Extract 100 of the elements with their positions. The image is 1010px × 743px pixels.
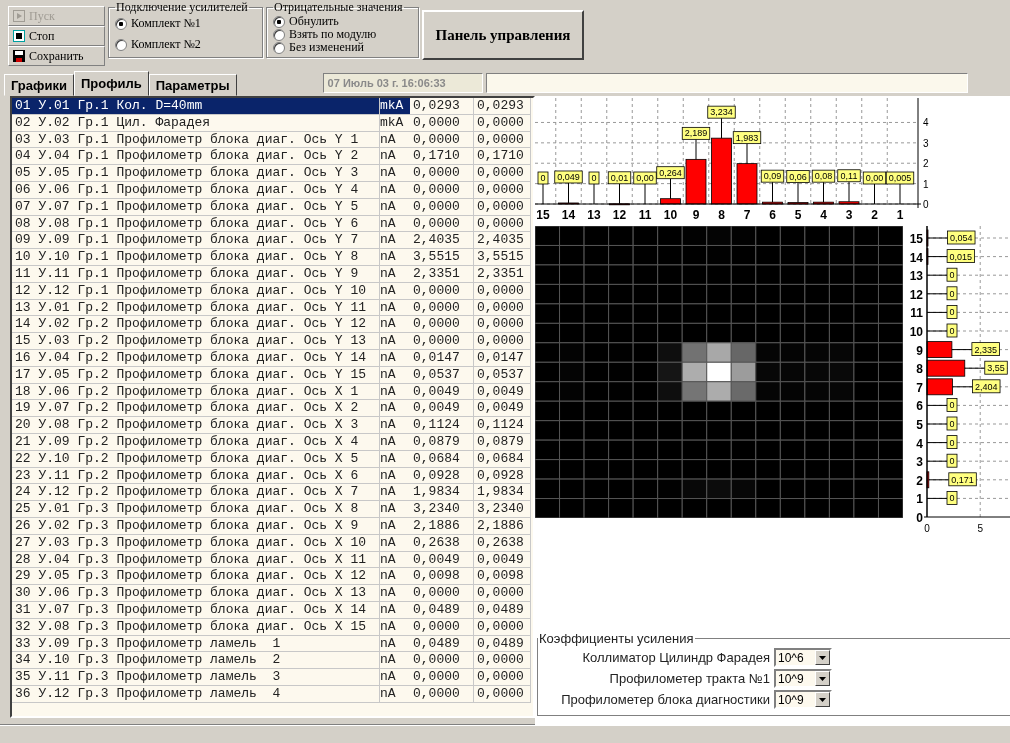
table-cell: 0,0293 (410, 98, 474, 115)
table-cell: 0,0000 (410, 299, 474, 317)
table-cell: 2,4035 (410, 232, 474, 250)
table-cell: 0,0000 (410, 333, 474, 350)
table-cell: 0,0000 (474, 585, 531, 602)
table-cell: nA (380, 299, 410, 317)
table-cell: 0,0537 (410, 366, 474, 384)
data-label: 2,335 (971, 342, 1000, 356)
data-label: 0,06 (786, 170, 810, 183)
table-cell: 0,0000 (410, 182, 474, 199)
table-cell: 0,0000 (474, 299, 531, 317)
axis-tick-label: 2 (871, 208, 878, 222)
table-cell: 0,1124 (410, 417, 474, 434)
axis-tick-label: 8 (916, 362, 923, 377)
table-cell: nA (380, 635, 410, 653)
table-cell: 0,0000 (410, 652, 474, 670)
group-title: Подключение усилителей (115, 0, 249, 15)
table-cell: nA (380, 501, 410, 518)
axis-tick-label: 14 (561, 208, 576, 222)
table-cell: 0,0000 (410, 669, 474, 686)
data-label: 2,189 (681, 126, 711, 140)
table-cell: nA (380, 232, 410, 250)
table-cell: 0,1710 (410, 148, 474, 166)
table-cell: 0,1710 (474, 148, 531, 166)
table-cell: nA (380, 165, 410, 182)
axis-tick-label: 12 (909, 287, 923, 302)
axis-tick-label: 10 (909, 325, 923, 339)
table-cell: 0,0049 (474, 383, 531, 401)
table-cell: 0,0489 (474, 601, 531, 619)
table-cell: 0,0537 (474, 366, 531, 384)
table-cell: 0,0147 (410, 349, 474, 367)
table-cell: 2,1886 (474, 517, 531, 535)
table-cell: 0,0000 (410, 215, 474, 233)
table-cell: 0,0000 (474, 282, 531, 300)
data-label: 0 (946, 416, 958, 431)
table-cell: 3,5515 (410, 249, 474, 266)
axis-tick-label: 4 (923, 117, 929, 129)
group-title: Коэффициенты усиления (538, 631, 695, 646)
table-cell: 0,0879 (410, 433, 474, 451)
axis-tick-label: 5 (977, 523, 983, 534)
table-cell: nA (380, 182, 410, 199)
table-cell: 0,0049 (410, 400, 474, 418)
axis-tick-label: 7 (743, 208, 751, 222)
field-label: Профилометер блока диагностики (560, 691, 770, 709)
table-cell: nA (380, 618, 410, 636)
table-cell: 0,0293 (474, 98, 531, 115)
axis-tick-label: 1 (896, 208, 904, 222)
data-label: 3,55 (984, 360, 1008, 375)
field-label: Коллиматор Цилиндр Фарадея (581, 649, 770, 667)
axis-tick-label: 4 (916, 436, 923, 451)
table-cell: nA (380, 484, 410, 502)
table-cell: nA (380, 215, 410, 233)
axis-tick-label: 6 (916, 399, 923, 414)
table-cell: 0,0000 (410, 316, 474, 334)
table-cell: 0,0000 (410, 585, 474, 602)
table-cell: 0,0489 (410, 601, 474, 619)
table-cell: nA (380, 433, 410, 451)
table-cell: 0,1124 (474, 417, 531, 434)
table-cell: mkA (380, 114, 410, 132)
table-cell: 0,0049 (474, 400, 531, 418)
table-cell: 0,0049 (410, 383, 474, 401)
axis-tick-label: 13 (909, 269, 923, 284)
data-label: 0 (946, 323, 958, 338)
table-cell: 0,2638 (410, 534, 474, 552)
table-cell: 3,2340 (474, 501, 531, 518)
table-cell: nA (380, 534, 410, 552)
axis-tick-label: 14 (909, 250, 923, 265)
table-cell: nA (380, 148, 410, 166)
table-cell: 0,0000 (410, 282, 474, 300)
data-label: 0 (946, 453, 958, 468)
table-cell: nA (380, 400, 410, 418)
table-cell: 0,0489 (474, 635, 531, 653)
table-cell: 0,0928 (474, 467, 531, 485)
table-cell: 2,3351 (474, 265, 531, 283)
table-cell: 0,0684 (474, 450, 531, 468)
table-cell: 0,0000 (410, 618, 474, 636)
table-cell: nA (380, 383, 410, 401)
table-cell: nA (380, 282, 410, 300)
table-cell: 1,9834 (474, 484, 531, 502)
data-label: 0 (946, 491, 958, 505)
table-cell: 2,3351 (410, 265, 474, 283)
data-label: 0,00 (862, 171, 887, 185)
axis-tick-label: 3 (916, 455, 923, 470)
data-label: 0,171 (948, 472, 977, 487)
table-cell: 0,0489 (410, 635, 474, 653)
table-cell: nA (380, 601, 410, 619)
data-label: 0,11 (837, 169, 861, 183)
table-cell: nA (380, 685, 410, 703)
table-cell: nA (380, 265, 410, 283)
axis-tick-label: 5 (794, 208, 802, 222)
data-label: 0,015 (946, 249, 975, 263)
data-label: 0,049 (554, 170, 583, 184)
group-title: Отрицательные значения (273, 0, 404, 15)
table-cell: 0,0000 (474, 198, 531, 216)
data-label: 0,005 (885, 171, 915, 185)
axis-tick-label: 4 (820, 208, 827, 222)
table-cell: nA (380, 349, 410, 367)
table-cell: 0,0000 (474, 618, 531, 636)
axis-tick-label: 8 (718, 208, 725, 222)
table-cell: 0,0147 (474, 349, 531, 367)
